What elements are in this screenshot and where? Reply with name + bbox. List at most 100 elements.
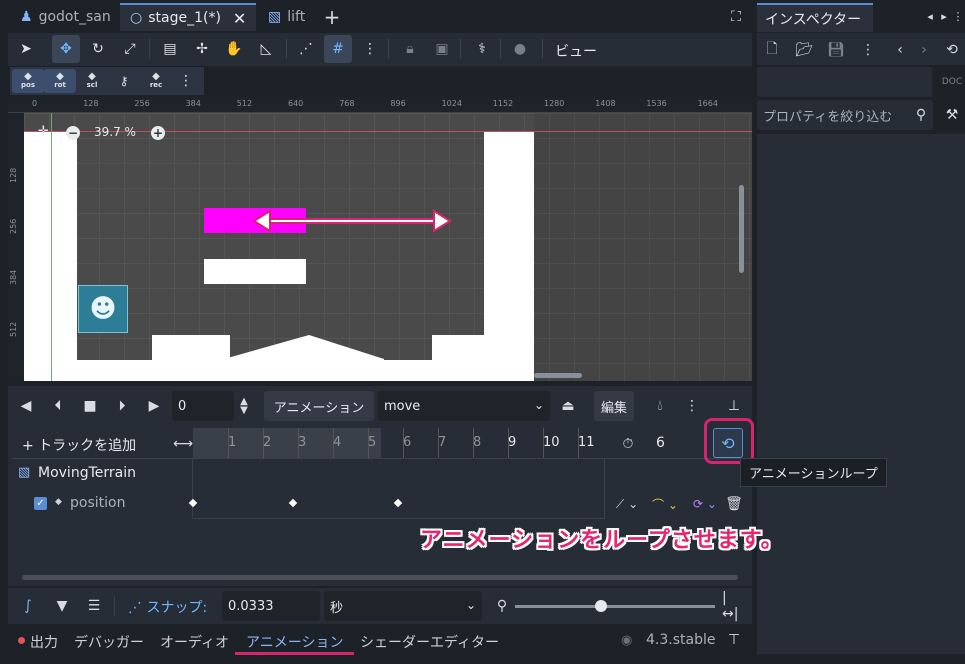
track-enable-checkbox[interactable]: ✓ [34, 497, 47, 510]
tab-stage-1[interactable]: ○ stage_1(*) ✕ [120, 3, 257, 31]
track-list-icon[interactable]: ☰ [84, 596, 104, 616]
insert-key-icon[interactable]: ⚷ [108, 69, 140, 93]
snap-unit-select[interactable]: 秒 ⌄ [324, 591, 482, 621]
property-filter-input[interactable]: プロパティを絞り込む [757, 100, 933, 130]
history-forward-icon[interactable]: › [914, 40, 934, 60]
save-icon[interactable]: 💾︎ [826, 40, 846, 60]
scene-tab-bar: ♟ godot_san ○ stage_1(*) ✕ ▧ lift + ⛶ [0, 0, 752, 33]
add-tab-icon[interactable]: + [320, 5, 344, 29]
add-track-button[interactable]: + トラックを追加 [22, 435, 136, 455]
tab-animation[interactable]: アニメーション [246, 632, 343, 652]
tab-output[interactable]: 出力 [30, 632, 58, 652]
track-node-name[interactable]: MovingTerrain [38, 465, 136, 481]
zoom-level[interactable]: 39.7 % [94, 125, 136, 139]
next-dock-icon[interactable]: ▸ [938, 8, 950, 24]
static-platform [204, 259, 306, 284]
fit-timeline-icon[interactable]: |↔| [722, 590, 742, 622]
grid-snap-icon[interactable]: # [324, 35, 352, 63]
key-position-button[interactable]: ◆ pos [12, 69, 44, 93]
loop-wrap-icon[interactable]: ⟳ ⌄ [688, 494, 722, 514]
pin-icon[interactable]: ⊥ [724, 396, 744, 416]
tab-godot-san[interactable]: ♟ godot_san [10, 3, 121, 31]
doc-icon[interactable]: DOC [942, 72, 962, 92]
close-tab-icon[interactable]: ✕ [233, 9, 246, 28]
move-tool-icon[interactable]: ✥ [52, 35, 80, 63]
prev-dock-icon[interactable]: ◂ [924, 8, 936, 24]
fullscreen-icon[interactable]: ⛶ [725, 6, 747, 28]
timeline-hscrollbar[interactable] [22, 575, 738, 580]
zoom-in-icon[interactable]: + [151, 126, 165, 140]
list-select-icon[interactable]: ▤ [156, 35, 184, 63]
play-from-start-icon[interactable]: ⏵ [112, 396, 132, 416]
history-back-icon[interactable]: ‹ [890, 40, 910, 60]
open-folder-icon[interactable]: 📂︎ [794, 40, 814, 60]
bezier-icon[interactable]: ∫ [18, 596, 38, 616]
autoplay-icon[interactable]: ⏏ [558, 396, 578, 416]
ruler-horizontal: 0 128 256 384 512 640 768 896 1024 1152 1280 1408 15… [8, 97, 752, 113]
snap-toggle-icon[interactable]: ⋰ [292, 35, 320, 63]
tab-lift[interactable]: ▧ lift [258, 3, 315, 31]
trash-icon[interactable]: 🗑︎ [724, 494, 744, 514]
expand-panel-icon[interactable]: ⊤ [724, 630, 744, 650]
pan-tool-icon[interactable]: ✋ [220, 35, 248, 63]
play-backwards-icon[interactable]: ◀ [16, 396, 36, 416]
annotation-text: アニメーションをループさせます。 [420, 528, 784, 553]
new-resource-icon[interactable]: 🗋︎ [762, 40, 782, 60]
scale-tool-icon[interactable]: ⤢ [116, 35, 144, 63]
key-record-button[interactable]: ◆ rec [140, 69, 172, 93]
stop-icon[interactable]: ■ [80, 396, 100, 416]
tab-shader-editor[interactable]: シェーダーエディター [360, 632, 499, 652]
key-scale-button[interactable]: ◆ scl [76, 69, 108, 93]
tab-audio[interactable]: オーディオ [160, 632, 229, 652]
rotate-tool-icon[interactable]: ↻ [84, 35, 112, 63]
select-tool-icon[interactable]: ➤ [12, 35, 40, 63]
filter-icon[interactable]: ▼ [52, 596, 72, 616]
group-icon[interactable]: ▣ [428, 35, 456, 63]
chevron-down-icon: ⌄ [533, 398, 544, 412]
timeline-zoom-slider[interactable] [515, 605, 715, 608]
bone-icon[interactable]: ⚕ [468, 35, 496, 63]
interpolation-mode-icon[interactable]: ⌒ ⌄ [648, 494, 682, 514]
canvas-viewport[interactable]: ☻ [24, 113, 752, 381]
dock-menu-icon[interactable]: ⋮ [952, 8, 964, 24]
property-tools-icon[interactable]: ⚒ [942, 106, 962, 124]
edit-button[interactable]: 編集 [594, 391, 634, 421]
frame-position-input[interactable]: 0 [172, 391, 234, 421]
node-icon: ▧ [18, 465, 31, 480]
inspector-tab[interactable]: インスペクター [757, 3, 873, 32]
ruler-tick: 896 [390, 99, 406, 108]
animation-length-input[interactable]: 6 [656, 435, 665, 451]
play-backwards-from-end-icon[interactable]: ⏴ [48, 396, 68, 416]
play-icon[interactable]: ▶ [144, 396, 164, 416]
timeline-tick: 3 [298, 435, 307, 450]
tab-label: lift [287, 9, 306, 25]
view-menu[interactable]: ビュー [555, 41, 597, 61]
camera-icon[interactable]: ● [506, 35, 534, 63]
ruler-tool-icon[interactable]: ◺ [252, 35, 280, 63]
more-options-icon[interactable]: ⋮ [356, 35, 384, 63]
snap-step-input[interactable]: 0.0333 [222, 591, 320, 621]
zoom-slider-handle[interactable] [595, 600, 607, 612]
godot-robot-icon[interactable]: ☻ [78, 285, 128, 333]
anim-more-icon[interactable]: ⋮ [682, 396, 702, 416]
update-mode-icon[interactable]: ⟋ ⌄ [612, 494, 642, 514]
tab-debugger[interactable]: デバッガー [74, 632, 144, 652]
expand-tracks-icon[interactable]: ⟷ [173, 434, 193, 454]
track-property-name[interactable]: position [70, 495, 125, 511]
viewport-vscrollbar[interactable] [739, 185, 744, 273]
timeline-tick: 7 [438, 435, 447, 450]
onion-skin-icon[interactable]: 💧︎ [650, 396, 670, 416]
lock-icon[interactable]: 🔒︎ [396, 35, 424, 63]
inspector-more-icon[interactable]: ⋮ [858, 40, 878, 60]
key-rotation-button[interactable]: ◆ rot [44, 69, 76, 93]
zoom-out-icon[interactable]: − [66, 126, 80, 140]
animation-menu-button[interactable]: アニメーション [264, 391, 374, 421]
spin-arrows-icon[interactable]: ▲ ▼ [236, 395, 252, 417]
key-more-icon[interactable]: ⋮ [172, 67, 200, 95]
viewport-hscrollbar[interactable] [534, 373, 582, 378]
snap-toggle[interactable]: ⋰ スナップ: [128, 597, 207, 617]
animation-select[interactable]: move ⌄ [378, 391, 550, 421]
history-icon[interactable]: ⟲ [942, 40, 962, 60]
timeline-ruler[interactable] [193, 428, 603, 458]
pivot-icon[interactable]: ✢ [188, 35, 216, 63]
